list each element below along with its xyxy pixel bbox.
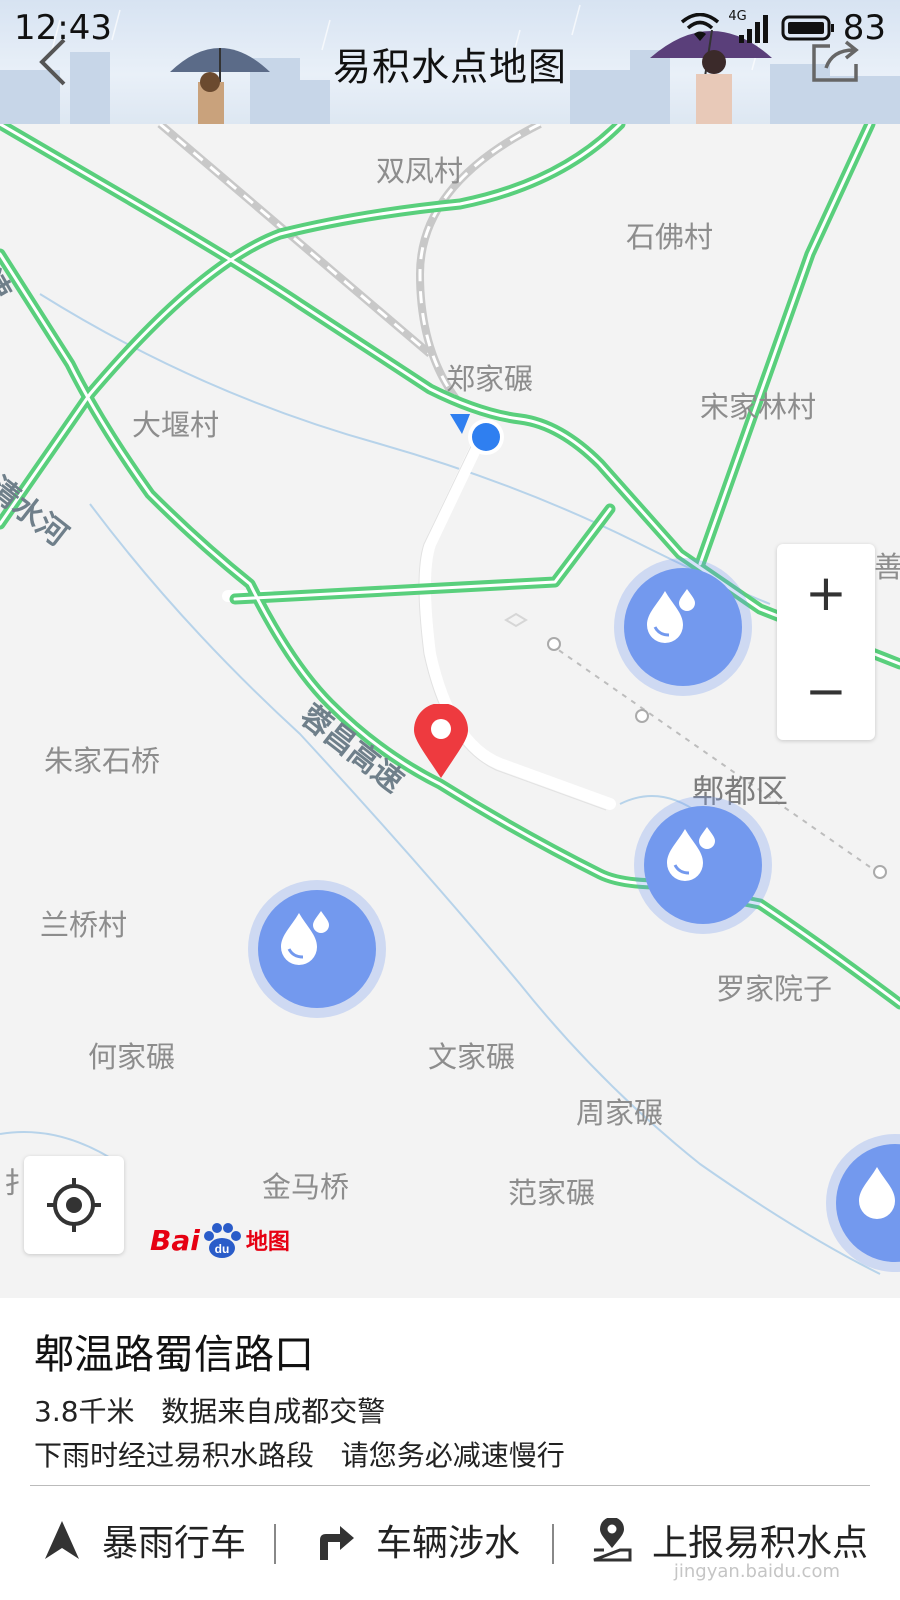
water-drop-icon xyxy=(281,911,329,965)
place-zhujiashiqiao: 朱家石桥 xyxy=(44,744,161,778)
place-fanjiawo: 范家碾 xyxy=(508,1176,596,1210)
vehicle-wading-button[interactable]: 车辆涉水 xyxy=(314,1510,520,1570)
water-point-marker[interactable] xyxy=(634,796,772,934)
svg-text:du: du xyxy=(215,1242,230,1256)
current-location-icon xyxy=(450,414,504,455)
action-bar: 暴雨行车 车辆涉水 上报易积水点 xyxy=(0,1486,900,1600)
place-lanqiao: 兰桥村 xyxy=(40,908,128,942)
map-view[interactable]: 双凤村 石佛村 郑家碾 宋家林村 大堰村 朱家石桥 郫都区 兰桥村 罗家院子 何… xyxy=(0,124,900,1298)
storm-driving-button[interactable]: 暴雨行车 xyxy=(40,1510,246,1570)
action-separator xyxy=(552,1524,554,1564)
place-partial-right: 善 xyxy=(874,550,900,584)
header: 12:43 4G 83 易积水点地图 xyxy=(0,0,900,124)
safety-tip: 下雨时经过易积水路段 请您务必减速慢行 xyxy=(34,1439,565,1472)
place-dayan: 大堰村 xyxy=(132,408,220,442)
water-point-marker[interactable] xyxy=(248,880,386,1018)
page-title: 易积水点地图 xyxy=(332,45,567,89)
place-shuangfeng: 双凤村 xyxy=(376,154,464,188)
location-title: 郫温路蜀信路口 xyxy=(34,1332,314,1378)
place-wenjiawo: 文家碾 xyxy=(428,1040,516,1074)
destination-pin-icon[interactable] xyxy=(412,704,470,780)
watermark: jingyan.baidu.com xyxy=(673,1561,840,1582)
action-separator xyxy=(274,1524,276,1564)
navigation-arrow-icon xyxy=(45,1521,79,1559)
baidu-map-logo: Bai du 地图 xyxy=(150,1218,290,1262)
place-jinmaqiao: 金马桥 xyxy=(262,1170,350,1204)
zoom-in-button[interactable]: + xyxy=(777,544,875,642)
network-type: 4G xyxy=(728,8,747,24)
turn-right-arrow-icon xyxy=(320,1526,354,1560)
place-luojiayuanzi: 罗家院子 xyxy=(716,972,833,1006)
place-hejiawo: 何家碾 xyxy=(88,1040,176,1074)
place-zhengjiawo: 郑家碾 xyxy=(446,362,534,396)
paw-icon: du xyxy=(200,1220,244,1260)
place-songjialin: 宋家林村 xyxy=(700,390,817,424)
water-drop-icon xyxy=(647,589,695,643)
location-pin-icon xyxy=(593,1518,632,1562)
info-meta: 3.8千米 数据来自成都交警 xyxy=(34,1390,385,1430)
share-icon[interactable] xyxy=(810,38,862,84)
distance-text: 3.8千米 xyxy=(34,1395,135,1428)
data-source-text: 数据来自成都交警 xyxy=(161,1395,386,1428)
zoom-out-button[interactable]: − xyxy=(777,642,875,740)
water-point-marker[interactable] xyxy=(614,558,752,696)
locate-me-button[interactable] xyxy=(24,1156,124,1254)
info-panel: 郫温路蜀信路口 3.8千米 数据来自成都交警 下雨时经过易积水路段 请您务必减速… xyxy=(0,1298,900,1600)
water-drop-icon xyxy=(859,1167,895,1219)
place-zhoujiawo: 周家碾 xyxy=(576,1096,664,1130)
place-shifo: 石佛村 xyxy=(626,220,714,254)
zoom-controls: + − xyxy=(777,544,875,740)
water-drop-icon xyxy=(667,827,715,881)
crosshair-icon xyxy=(47,1178,101,1232)
